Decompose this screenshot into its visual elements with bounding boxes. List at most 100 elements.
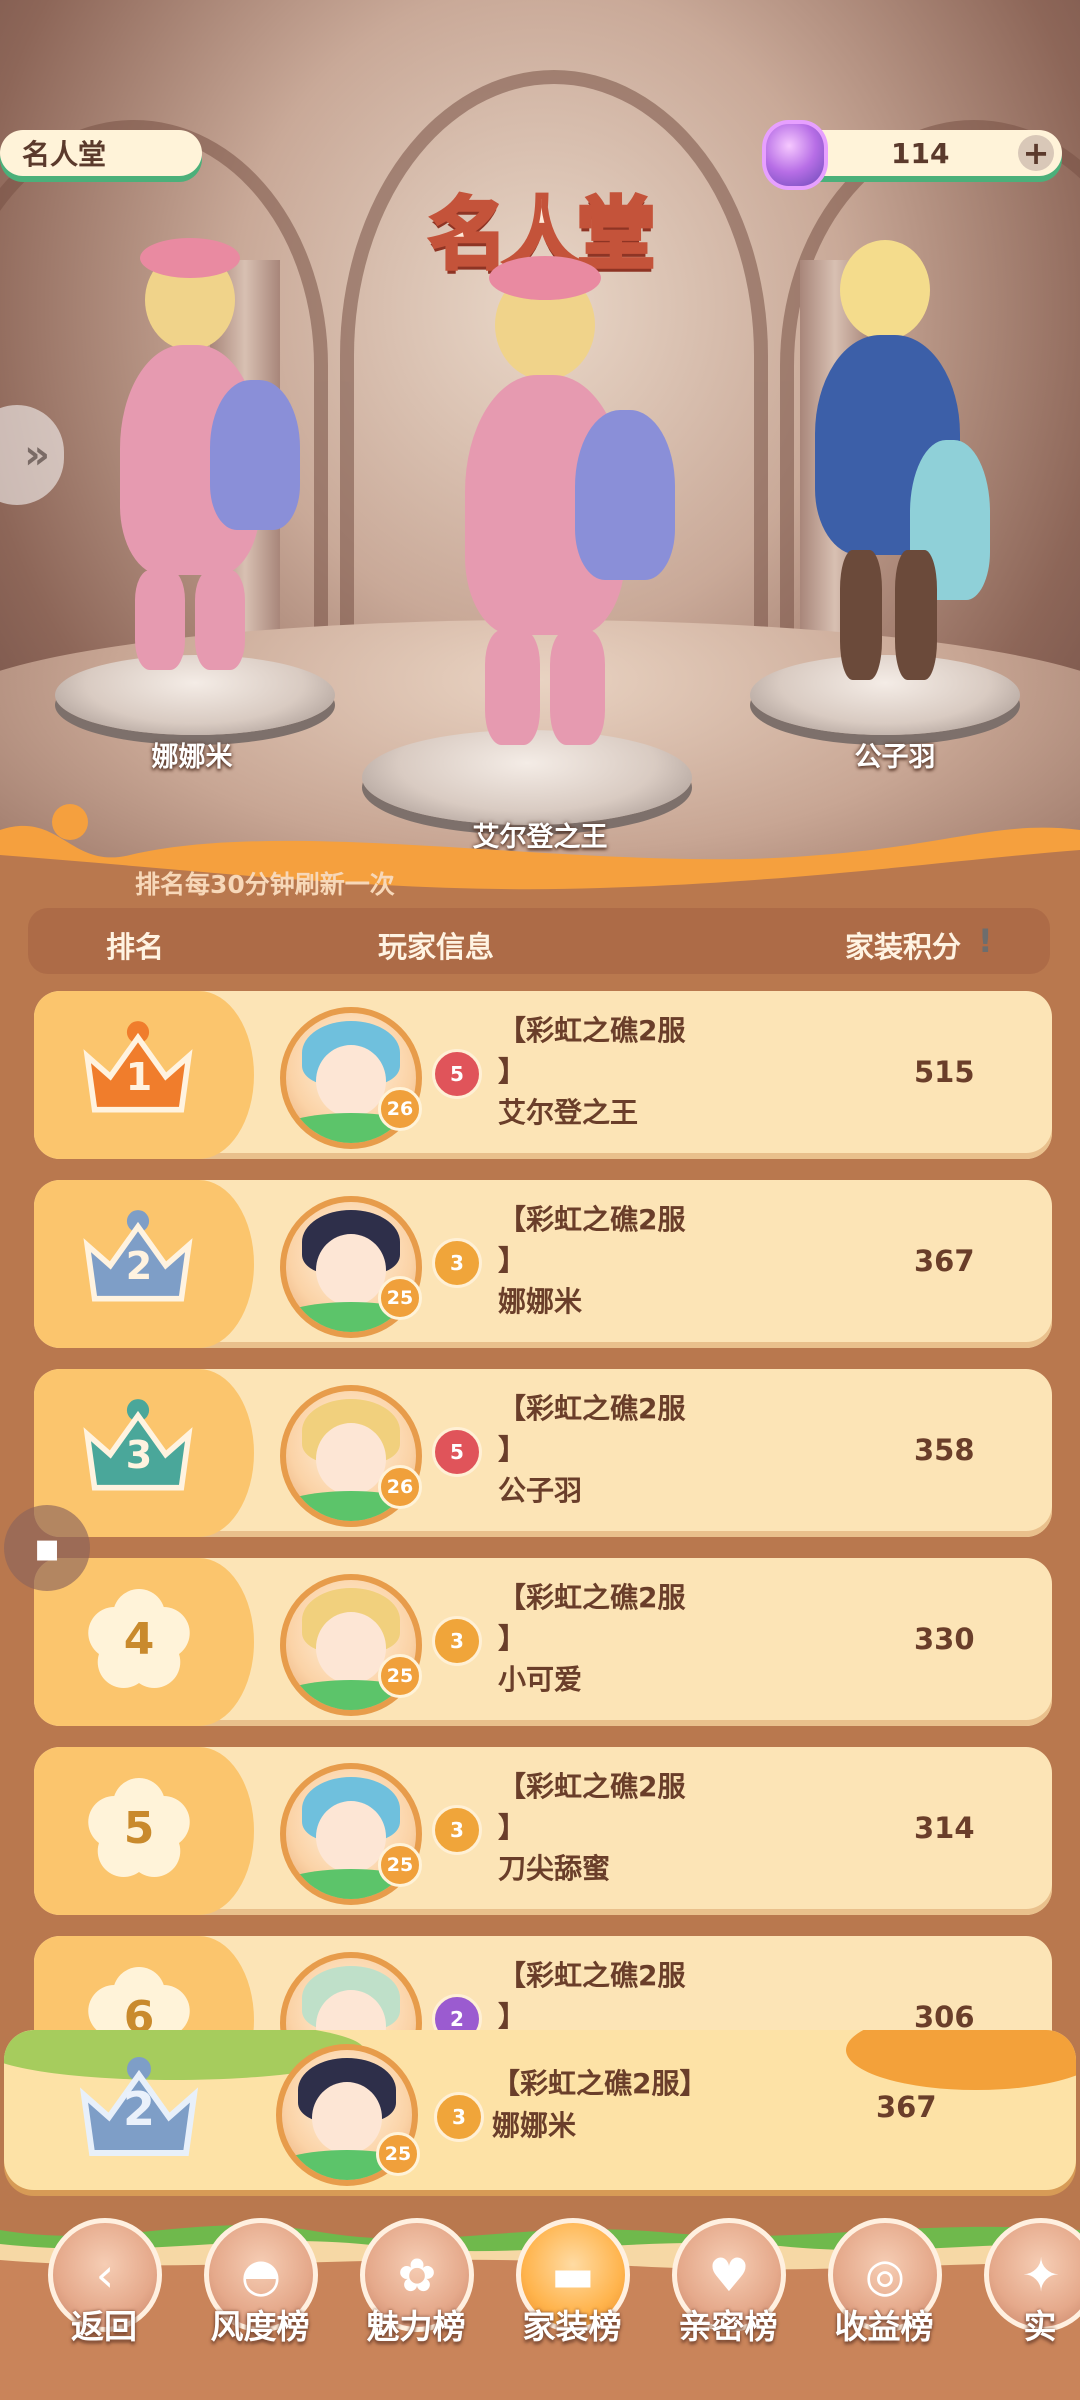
character-leg	[135, 570, 185, 670]
rank-number: 1	[125, 1055, 153, 1099]
rank-number: 3	[125, 1433, 153, 1477]
avatar-face	[316, 1234, 386, 1306]
character-hood	[140, 238, 240, 278]
rank-cell: 5	[34, 1747, 254, 1915]
decor-splash	[846, 2030, 1076, 2090]
character-plush	[575, 410, 675, 580]
character-leg	[550, 630, 605, 745]
tier-badge: 5	[432, 1427, 482, 1477]
refresh-notice: 排名每30分钟刷新一次	[135, 870, 395, 899]
player-score: 306	[914, 2000, 975, 2034]
tab-label: 返回	[71, 2307, 137, 2346]
player-score: 358	[914, 1433, 975, 1467]
player-server: 【彩虹之礁2服	[498, 1770, 686, 1803]
level-badge: 25	[378, 1843, 422, 1887]
my-tier-badge: 3	[434, 2092, 484, 2142]
character-hair	[840, 240, 930, 340]
orange-wave-divider	[0, 804, 1080, 920]
page-title-chip: 名人堂	[0, 130, 202, 176]
level-badge: 26	[378, 1087, 422, 1131]
ranking-row[interactable]: 2 25 3 【彩虹之礁2服 】 娜娜米 367	[34, 1180, 1052, 1348]
ranking-table-header: 排名 玩家信息 家装积分 !	[28, 908, 1050, 974]
level-badge: 26	[378, 1465, 422, 1509]
podium-character-left[interactable]	[100, 238, 300, 680]
level-badge: 25	[378, 1276, 422, 1320]
header-score: 家装积分	[845, 930, 962, 964]
tab-item[interactable]: ♥ 亲密榜	[672, 2218, 786, 2346]
avatar-face	[316, 1045, 386, 1117]
player-score: 330	[914, 1622, 975, 1656]
chat-bubble-icon: ▪	[33, 1525, 61, 1571]
tab-label: 收益榜	[834, 2307, 934, 2346]
tier-badge: 3	[432, 1238, 482, 1288]
my-rank-number: 2	[122, 2082, 155, 2136]
avatar-face	[316, 1801, 386, 1873]
rank-cell: 1	[34, 991, 254, 1159]
podium-name-right: 公子羽	[854, 742, 936, 773]
plus-icon: +	[1022, 134, 1050, 172]
avatar-face	[312, 2082, 382, 2154]
tier-badge: 5	[432, 1049, 482, 1099]
server-bracket: 】	[498, 1244, 527, 1277]
my-server: 【彩虹之礁2服】	[492, 2067, 708, 2100]
player-name: 公子羽	[498, 1474, 583, 1507]
score-info-icon[interactable]: !	[978, 922, 993, 960]
my-rank-bar: 2 25 3 【彩虹之礁2服】 娜娜米 367	[4, 2030, 1076, 2190]
podium-character-right[interactable]	[790, 240, 990, 690]
podium-name-left: 娜娜米	[151, 742, 233, 773]
avatar-face	[316, 1423, 386, 1495]
ranking-row[interactable]: 5 25 3 【彩虹之礁2服 】 刀尖舔蜜 314	[34, 1747, 1052, 1915]
tab-item[interactable]: ✦ 实	[984, 2218, 1080, 2346]
podium-character-center[interactable]	[445, 250, 675, 750]
character-boot	[895, 550, 937, 680]
ranking-row[interactable]: 3 26 5 【彩虹之礁2服 】 公子羽 358	[34, 1369, 1052, 1537]
add-currency-button[interactable]: +	[1018, 134, 1054, 172]
header-rank: 排名	[106, 930, 165, 964]
tab-label: 魅力榜	[366, 2307, 466, 2346]
server-bracket: 】	[498, 1811, 527, 1844]
player-score: 515	[914, 1055, 975, 1089]
level-badge: 25	[378, 1654, 422, 1698]
player-score: 314	[914, 1811, 975, 1845]
chat-button[interactable]: ▪	[4, 1505, 90, 1591]
currency-amount: 114	[891, 136, 950, 170]
avatar-face	[316, 1612, 386, 1684]
tab-label: 实	[1023, 2307, 1057, 2346]
rank-number: 4	[123, 1614, 155, 1665]
ranking-row[interactable]: 1 26 5 【彩虹之礁2服 】 艾尔登之王 515	[34, 991, 1052, 1159]
character-leg	[485, 630, 540, 745]
rank-number: 5	[123, 1803, 155, 1854]
player-server: 【彩虹之礁2服	[498, 1392, 686, 1425]
character-hood	[489, 256, 601, 300]
player-name: 艾尔登之王	[498, 1096, 639, 1129]
player-server: 【彩虹之礁2服	[498, 1203, 686, 1236]
server-bracket: 】	[498, 1622, 527, 1655]
my-score: 367	[876, 2090, 937, 2124]
server-bracket: 】	[498, 1055, 527, 1088]
character-leg	[195, 570, 245, 670]
player-server: 【彩虹之礁2服	[498, 1014, 686, 1047]
tab-label: 亲密榜	[678, 2307, 778, 2346]
tab-item[interactable]: ✿ 魅力榜	[360, 2218, 474, 2346]
server-bracket: 】	[498, 1433, 527, 1466]
player-server: 【彩虹之礁2服	[498, 1581, 686, 1614]
tier-badge: 3	[432, 1616, 482, 1666]
player-score: 367	[914, 1244, 975, 1278]
tab-back[interactable]: ‹ 返回	[48, 2218, 162, 2346]
player-name: 小可爱	[498, 1663, 583, 1696]
currency-chip: 114 +	[762, 120, 1062, 190]
tab-item[interactable]: ◎ 收益榜	[828, 2218, 942, 2346]
rank-number: 2	[125, 1244, 153, 1288]
tab-label: 家装榜	[522, 2307, 622, 2346]
my-player-name: 娜娜米	[492, 2109, 577, 2142]
tab-item[interactable]: ◓ 风度榜	[204, 2218, 318, 2346]
header-player-info: 玩家信息	[378, 930, 495, 964]
gem-icon	[762, 120, 828, 190]
player-name: 娜娜米	[498, 1285, 583, 1318]
page-title: 名人堂	[22, 138, 107, 171]
my-level-badge: 25	[376, 2132, 420, 2176]
ranking-row[interactable]: 4 25 3 【彩虹之礁2服 】 小可爱 330	[34, 1558, 1052, 1726]
character-boot	[840, 550, 882, 680]
tab-item[interactable]: ▬ 家装榜	[516, 2218, 630, 2346]
player-server: 【彩虹之礁2服	[498, 1959, 686, 1992]
